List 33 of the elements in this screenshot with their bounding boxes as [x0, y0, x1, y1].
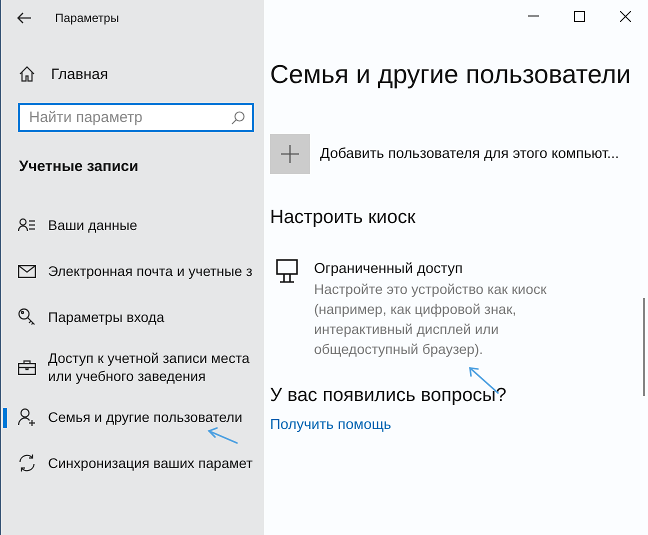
briefcase-icon: [18, 360, 36, 374]
close-icon: [620, 10, 630, 22]
nav-item[interactable]: Ваши данные: [1, 202, 264, 248]
section-heading: Настроить киоск: [270, 207, 416, 229]
scrollbar[interactable]: [643, 298, 645, 396]
search-icon[interactable]: [231, 111, 245, 125]
plus-icon: [281, 145, 299, 163]
home-link[interactable]: Главная: [19, 57, 264, 91]
annotation-arrow: [208, 427, 238, 444]
nav-item[interactable]: Синхронизация ваших парамет: [1, 440, 264, 486]
help-link[interactable]: Получить помощь: [270, 417, 392, 433]
maximize-icon: [574, 10, 584, 22]
window-title: Параметры: [55, 11, 119, 25]
add-user-button[interactable]: Добавить пользователя для этого компьют...: [270, 134, 620, 174]
minimize-icon: [528, 15, 538, 17]
sync-icon: [18, 454, 36, 472]
section-heading: У вас появились вопросы?: [270, 385, 506, 407]
nav-item[interactable]: Электронная почта и учетные з: [1, 248, 264, 294]
page-title: Семья и другие пользователи: [270, 59, 632, 90]
option-description: Настройте это устройство как киоск (например, как цифровой знак, интерактивный дисплей или общедоступный браузер).: [314, 280, 548, 359]
nav-item[interactable]: Параметры входа: [1, 294, 264, 340]
search-field[interactable]: Найти параметр: [18, 103, 254, 132]
nav-item[interactable]: Семья и другие пользователи: [1, 394, 264, 440]
person-list-icon: [18, 218, 36, 232]
key-icon: [18, 308, 36, 326]
back-arrow-icon[interactable]: [17, 12, 31, 24]
nav-item[interactable]: Доступ к учетной записи места или учебного заведения: [1, 340, 264, 394]
option-title[interactable]: Ограниченный доступ: [314, 259, 604, 279]
kiosk-icon[interactable]: [276, 259, 298, 283]
section-title: Учетные записи: [19, 158, 140, 175]
home-icon: [19, 66, 35, 82]
person-add-icon: [18, 408, 36, 426]
envelope-icon: [18, 264, 36, 278]
